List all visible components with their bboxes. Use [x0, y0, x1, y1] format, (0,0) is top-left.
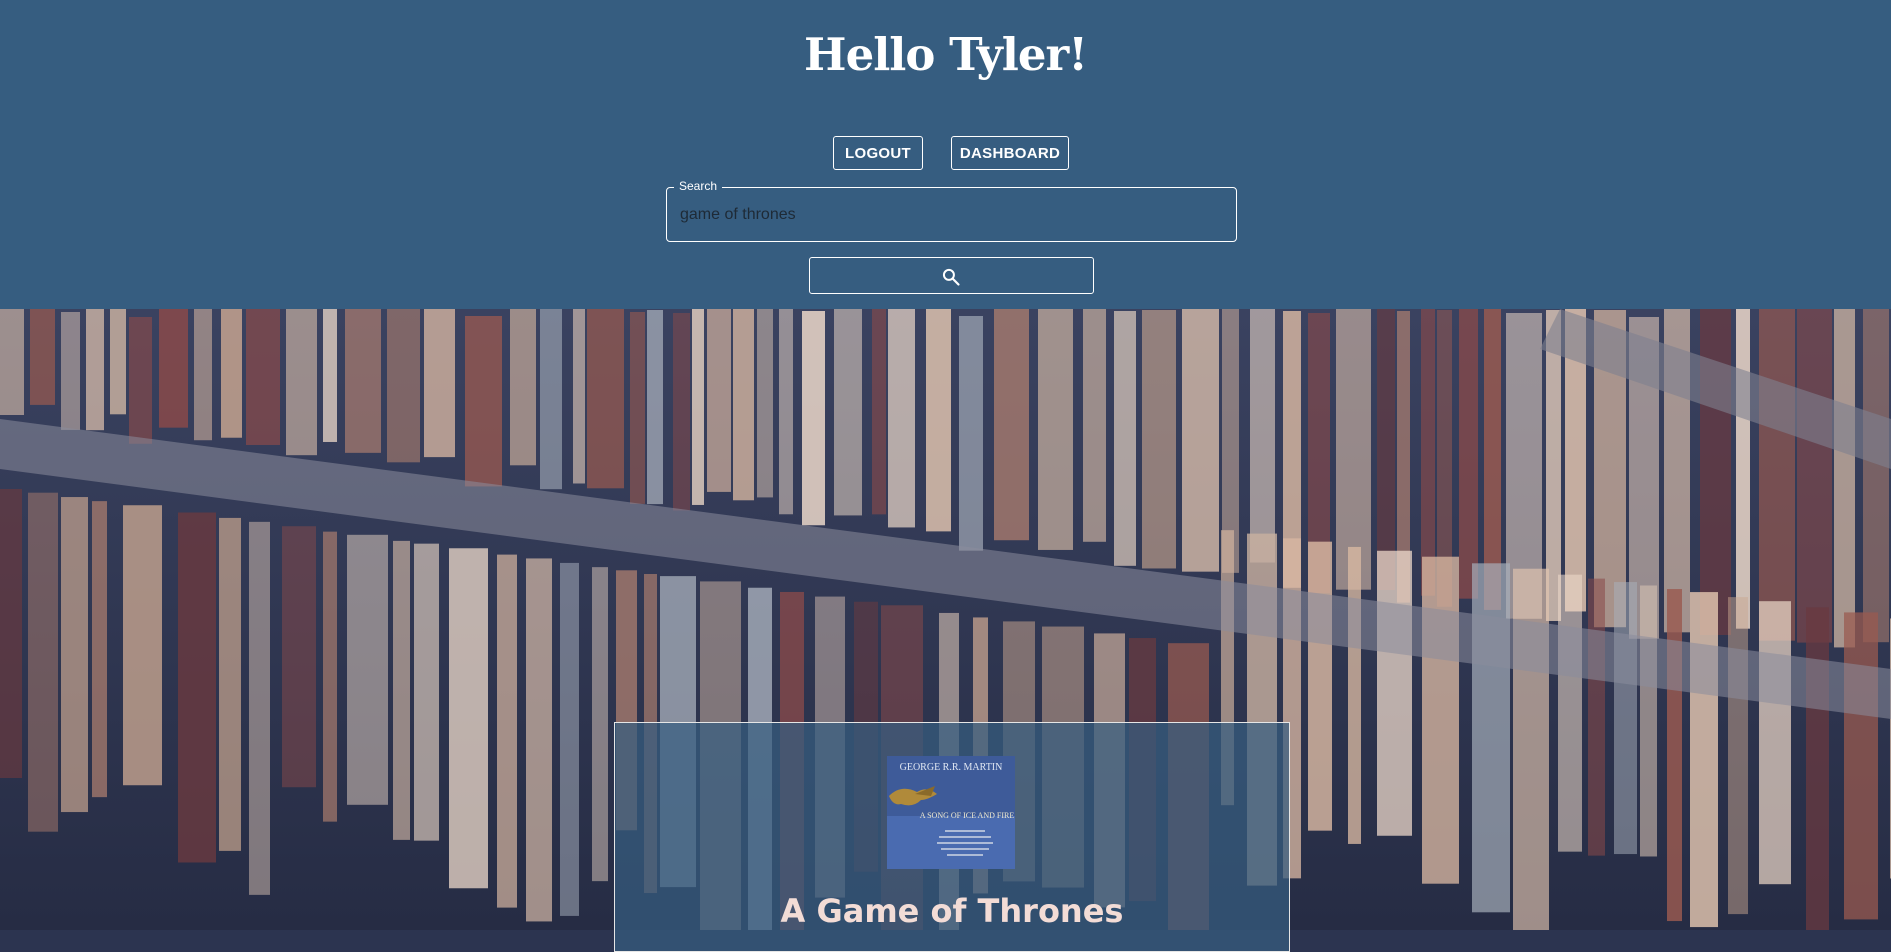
search-label: Search: [674, 179, 723, 193]
search-button[interactable]: [809, 257, 1094, 294]
cover-author: GEORGE R.R. MARTIN: [900, 762, 1003, 773]
book-cover-image[interactable]: GEORGE R.R. MARTIN A SONG OF ICE AND FIR…: [887, 756, 1015, 869]
cover-series: A SONG OF ICE AND FIRE: [920, 811, 1015, 820]
search-input-value: game of thrones: [680, 206, 796, 223]
logout-button[interactable]: LOGOUT: [833, 136, 923, 170]
dashboard-button[interactable]: DASHBOARD: [951, 136, 1069, 170]
greeting-title: Hello Tyler!: [804, 28, 1088, 81]
book-title[interactable]: A Game of Thrones: [614, 889, 1290, 933]
search-icon: [942, 268, 960, 286]
